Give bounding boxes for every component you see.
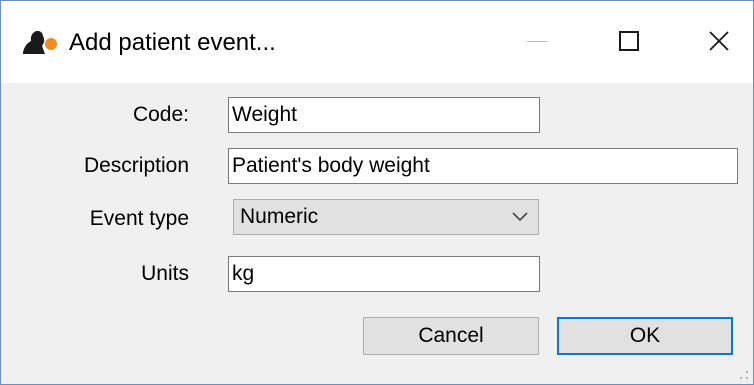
ok-button[interactable]: OK — [557, 317, 733, 355]
event-type-select[interactable]: Numeric — [233, 199, 539, 235]
code-label: Code: — [132, 103, 189, 126]
maximize-icon — [619, 31, 639, 51]
cancel-button[interactable]: Cancel — [363, 317, 539, 355]
close-icon — [709, 31, 729, 51]
close-button[interactable] — [687, 13, 751, 69]
resize-grip-icon[interactable] — [739, 370, 749, 380]
units-input[interactable]: kg — [228, 256, 540, 292]
app-logo-icon — [23, 30, 57, 54]
title-bar[interactable]: Add patient event... — [1, 1, 753, 83]
add-patient-event-dialog: Add patient event... Code: Weight Descri… — [0, 0, 754, 385]
maximize-button[interactable] — [597, 13, 661, 69]
minimize-button[interactable] — [505, 13, 569, 69]
description-label: Description — [83, 154, 189, 177]
chevron-down-icon — [512, 212, 528, 222]
units-label: Units — [141, 262, 189, 285]
event-type-value: Numeric — [240, 205, 319, 228]
code-input[interactable]: Weight — [228, 97, 540, 133]
window-title: Add patient event... — [69, 29, 276, 56]
minimize-icon — [527, 40, 547, 42]
description-input[interactable]: Patient's body weight — [228, 148, 738, 184]
event-type-label: Event type — [89, 207, 189, 230]
